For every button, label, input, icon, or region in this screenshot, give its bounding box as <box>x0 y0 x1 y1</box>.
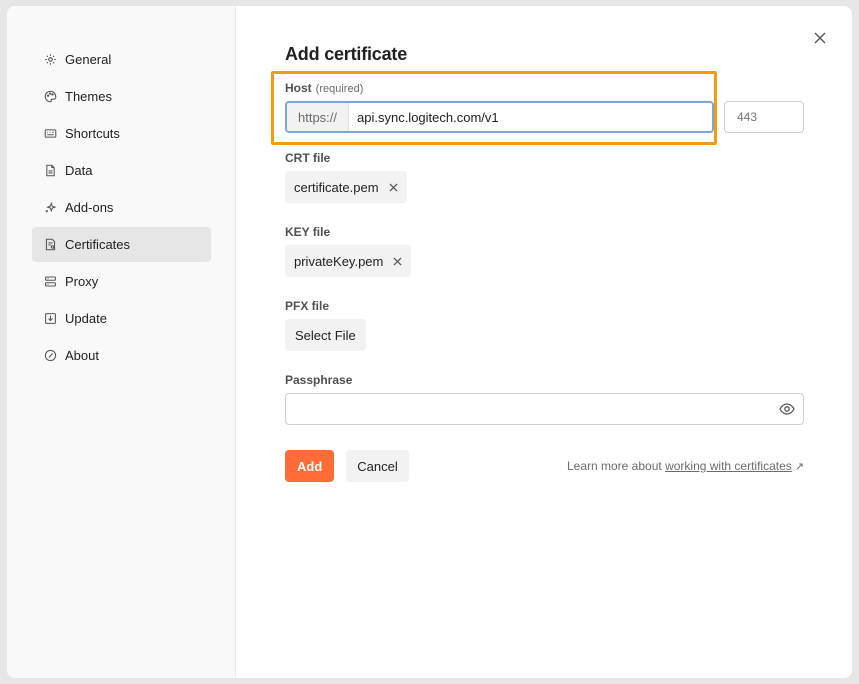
remove-crt-file-button[interactable] <box>389 180 398 195</box>
close-icon <box>389 182 398 192</box>
show-passphrase-toggle[interactable] <box>779 402 795 421</box>
close-button[interactable] <box>812 30 828 46</box>
sidebar-item-label: Themes <box>65 89 112 104</box>
sidebar-item-add-ons[interactable]: Add-ons <box>32 190 211 225</box>
host-label: Host (required) <box>285 81 852 95</box>
sidebar-item-themes[interactable]: Themes <box>32 79 211 114</box>
key-file-label: KEY file <box>285 225 331 239</box>
key-file-name: privateKey.pem <box>294 253 384 269</box>
remove-key-file-button[interactable] <box>393 254 402 269</box>
port-input[interactable] <box>724 101 804 133</box>
close-icon <box>814 32 826 44</box>
sidebar-item-label: Proxy <box>65 274 99 289</box>
dialog-actions: Add Cancel Learn more about working with… <box>285 450 804 482</box>
host-field: https:// <box>285 101 714 133</box>
dialog-title: Add certificate <box>285 44 408 64</box>
learn-more-prefix: Learn more about <box>566 459 662 473</box>
external-link-icon: ↗ <box>794 461 804 473</box>
certificate-icon <box>43 238 57 252</box>
settings-sidebar: General Themes Shortcuts Data Add-ons Ce… <box>7 6 236 678</box>
keyboard-icon <box>43 127 57 141</box>
close-icon <box>393 256 402 266</box>
sidebar-item-label: Data <box>65 163 93 178</box>
host-label-text: Host <box>285 81 312 95</box>
add-button[interactable]: Add <box>285 450 335 482</box>
sidebar-item-update[interactable]: Update <box>32 301 211 336</box>
select-pfx-file-button[interactable]: Select File <box>285 319 366 351</box>
host-input[interactable] <box>349 103 712 131</box>
settings-modal: General Themes Shortcuts Data Add-ons Ce… <box>7 6 852 678</box>
crt-file-name: certificate.pem <box>294 179 379 195</box>
learn-more-text: Learn more about working with certificat… <box>567 459 804 473</box>
sidebar-item-data[interactable]: Data <box>32 153 211 188</box>
sidebar-item-general[interactable]: General <box>32 42 211 77</box>
sidebar-item-proxy[interactable]: Proxy <box>32 264 211 299</box>
download-icon <box>43 312 57 326</box>
sidebar-item-label: Add-ons <box>65 200 114 215</box>
learn-more-link[interactable]: working with certificates <box>665 459 792 473</box>
add-certificate-panel: Add certificate Host (required) https:// … <box>236 6 852 678</box>
info-icon <box>43 349 57 363</box>
host-protocol-prefix: https:// <box>287 103 349 131</box>
passphrase-label: Passphrase <box>285 373 353 387</box>
crt-file-chip: certificate.pem <box>285 171 407 203</box>
proxy-icon <box>43 275 57 289</box>
file-icon <box>43 164 57 178</box>
sidebar-item-certificates[interactable]: Certificates <box>32 227 211 262</box>
eye-icon <box>779 403 795 415</box>
sidebar-item-label: Shortcuts <box>65 126 120 141</box>
cancel-button[interactable]: Cancel <box>346 450 409 482</box>
crt-file-label: CRT file <box>285 151 331 165</box>
sidebar-item-shortcuts[interactable]: Shortcuts <box>32 116 211 151</box>
sidebar-item-label: About <box>65 348 99 363</box>
sidebar-item-label: Certificates <box>65 237 131 252</box>
sparkle-icon <box>43 201 57 215</box>
passphrase-field <box>285 393 804 425</box>
pfx-file-label: PFX file <box>285 299 330 313</box>
gear-icon <box>43 53 57 67</box>
key-file-chip: privateKey.pem <box>285 245 412 277</box>
palette-icon <box>43 90 57 104</box>
sidebar-item-label: General <box>65 52 112 67</box>
host-required-hint: (required) <box>315 83 364 95</box>
sidebar-item-about[interactable]: About <box>32 338 211 373</box>
passphrase-input[interactable] <box>286 394 803 424</box>
sidebar-item-label: Update <box>65 311 107 326</box>
host-row: https:// <box>285 101 852 133</box>
